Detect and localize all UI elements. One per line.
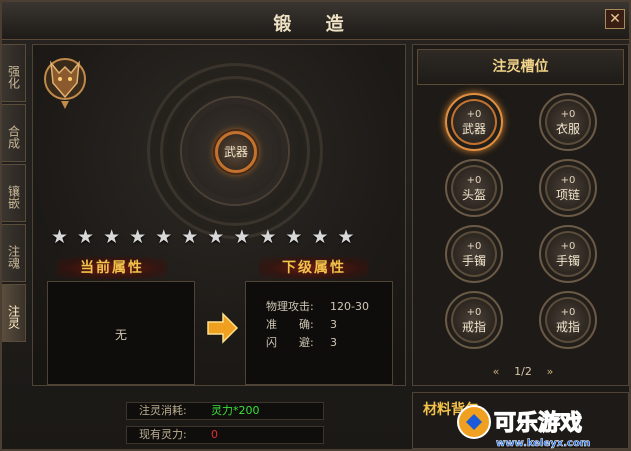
forge-main-panel: 武器 ★ ★ ★ ★ ★ ★ ★ ★ ★ ★ ★ ★ 当前属性 下级属性 无 物理攻击: 120-30… xyxy=(32,44,406,386)
attr-line: 准 确: 3 xyxy=(266,316,392,334)
star-icon: ★ xyxy=(77,226,95,248)
slot-plus: +0 xyxy=(466,241,482,252)
beast-emblem-icon xyxy=(44,58,86,109)
attr-line: 闪 避: 3 xyxy=(266,334,392,352)
slot-bracelet-left[interactable]: +0 手镯 xyxy=(445,225,503,283)
side-tabs: 强化 合成 镶嵌 注魂 注灵 xyxy=(2,44,28,344)
star-icon: ★ xyxy=(155,226,173,248)
slot-plus: +0 xyxy=(560,241,576,252)
slot-plus: +0 xyxy=(560,307,576,318)
next-attr-title: 下级属性 xyxy=(259,257,369,279)
star-icon: ★ xyxy=(233,226,251,248)
attr-value: 3 xyxy=(330,336,337,349)
forge-window: 锻 造 ✕ 强化 合成 镶嵌 注魂 注灵 武器 ★ ★ ★ ★ ★ ★ ★ ★ ★ ★ ★ ★ 当前属… xyxy=(0,0,631,451)
site-watermark-logo: 可乐游戏 www.keleyx.com xyxy=(457,405,590,449)
slot-armor[interactable]: +0 衣服 xyxy=(539,93,597,151)
tab-enhance[interactable]: 强化 xyxy=(2,44,26,102)
slot-name: 戒指 xyxy=(461,320,486,334)
attr-key: 物理攻击: xyxy=(266,300,314,313)
slot-name: 手镯 xyxy=(461,254,486,268)
slot-name: 衣服 xyxy=(555,122,580,136)
star-icon: ★ xyxy=(207,226,225,248)
owned-spirit-label: 现有灵力: xyxy=(139,428,187,441)
tab-soul[interactable]: 注魂 xyxy=(2,224,26,282)
star-icon: ★ xyxy=(259,226,277,248)
star-icon: ★ xyxy=(337,226,355,248)
prev-page-button[interactable]: « xyxy=(489,363,503,381)
slot-name: 武器 xyxy=(461,122,486,136)
cost-row: 注灵消耗: 灵力*200 xyxy=(126,402,324,420)
current-attr-box: 无 xyxy=(47,281,195,385)
slot-plus: +0 xyxy=(466,109,482,120)
watermark-brand: 可乐游戏 xyxy=(494,410,582,436)
slot-name: 头盔 xyxy=(461,188,486,202)
star-icon: ★ xyxy=(285,226,303,248)
next-attr-box: 物理攻击: 120-30 准 确: 3 闪 避: 3 xyxy=(245,281,393,385)
title-bar: 锻 造 ✕ xyxy=(2,2,629,40)
weapon-slot[interactable]: 武器 xyxy=(215,131,257,173)
slot-name: 项链 xyxy=(555,188,580,202)
slot-plus: +0 xyxy=(560,109,576,120)
slot-name: 手镯 xyxy=(555,254,580,268)
slot-plus: +0 xyxy=(560,175,576,186)
arrow-right-icon xyxy=(207,312,239,344)
attr-line: 物理攻击: 120-30 xyxy=(266,298,392,316)
star-icon: ★ xyxy=(311,226,329,248)
owned-spirit-value: 0 xyxy=(211,428,218,441)
slot-plus: +0 xyxy=(466,175,482,186)
slot-ring-right[interactable]: +0 戒指 xyxy=(539,291,597,349)
tab-combine[interactable]: 合成 xyxy=(2,104,26,162)
star-icon: ★ xyxy=(103,226,121,248)
window-title: 锻 造 xyxy=(273,14,358,35)
slot-plus: +0 xyxy=(466,307,482,318)
tab-spirit[interactable]: 注灵 xyxy=(2,284,26,342)
attr-value: 3 xyxy=(330,318,337,331)
current-attr-value: 无 xyxy=(114,328,127,342)
slot-ring-left[interactable]: +0 戒指 xyxy=(445,291,503,349)
slot-name: 戒指 xyxy=(555,320,580,334)
current-attr-title: 当前属性 xyxy=(57,257,167,279)
cost-value: 灵力*200 xyxy=(211,404,260,417)
star-icon: ★ xyxy=(181,226,199,248)
slot-weapon[interactable]: +0 武器 xyxy=(445,93,503,151)
slots-panel: 注灵槽位 +0 武器 +0 衣服 +0 头盔 +0 项链 +0 手镯 +0 手镯… xyxy=(412,44,629,386)
close-button[interactable]: ✕ xyxy=(605,9,625,29)
tab-inlay[interactable]: 镶嵌 xyxy=(2,164,26,222)
attr-key: 闪 避: xyxy=(266,336,314,349)
forge-dial: 武器 xyxy=(147,63,323,239)
star-rating: ★ ★ ★ ★ ★ ★ ★ ★ ★ ★ ★ ★ xyxy=(51,227,355,247)
attr-key: 准 确: xyxy=(266,318,314,331)
attr-value: 120-30 xyxy=(330,300,369,313)
slot-helmet[interactable]: +0 头盔 xyxy=(445,159,503,217)
cost-label: 注灵消耗: xyxy=(139,404,187,417)
star-icon: ★ xyxy=(129,226,147,248)
owned-spirit-row: 现有灵力: 0 xyxy=(126,426,324,444)
slot-necklace[interactable]: +0 项链 xyxy=(539,159,597,217)
slots-panel-title: 注灵槽位 xyxy=(417,49,624,85)
pager: « 1/2 » xyxy=(485,363,561,381)
watermark-url: www.keleyx.com xyxy=(496,438,590,449)
slot-bracelet-right[interactable]: +0 手镯 xyxy=(539,225,597,283)
next-page-button[interactable]: » xyxy=(543,363,557,381)
star-icon: ★ xyxy=(51,226,69,248)
page-indicator: 1/2 xyxy=(514,365,532,378)
